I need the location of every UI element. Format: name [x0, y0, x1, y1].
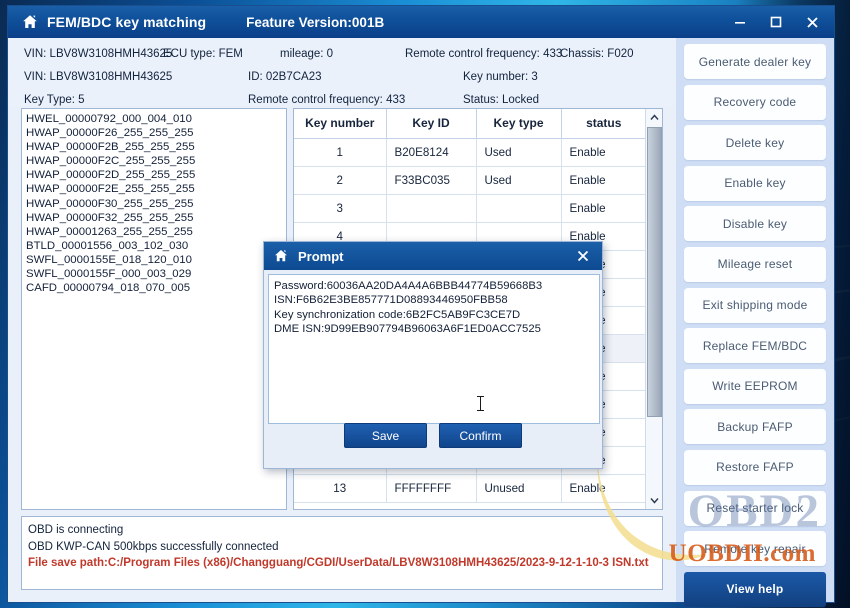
action-sidebar: Generate dealer key Recovery code Delete k…	[676, 38, 834, 602]
scroll-down-icon[interactable]	[646, 492, 663, 509]
info-key-type: Key Type: 5	[24, 94, 85, 106]
module-list-item[interactable]: HWAP_00000F2D_255_255_255	[26, 168, 286, 182]
module-list-item[interactable]: CAFD_00000794_018_070_005	[26, 281, 286, 295]
table-row[interactable]: 13FFFFFFFFUnusedEnable	[294, 474, 646, 502]
module-list-item[interactable]: HWAP_00000F2B_255_255_255	[26, 140, 286, 154]
table-header-row: Key numberKey IDKey typestatus	[294, 109, 646, 138]
info-id: ID: 02B7CA23	[248, 71, 322, 83]
close-button[interactable]	[794, 9, 830, 35]
table-cell-number: 13	[294, 474, 386, 502]
log-line-2: OBD KWP-CAN 500kbps successfully connect…	[28, 539, 656, 556]
sidebar-button-write-eeprom[interactable]: Write EEPROM	[684, 369, 826, 404]
table-cell-type: Used	[476, 166, 561, 194]
table-cell-status: Enable	[561, 166, 646, 194]
table-cell-id	[386, 194, 476, 222]
scroll-up-icon[interactable]	[646, 109, 663, 126]
info-mileage: mileage: 0	[280, 48, 333, 60]
window-title: FEM/BDC key matching	[47, 14, 206, 30]
table-cell-number: 1	[294, 138, 386, 166]
confirm-button[interactable]: Confirm	[439, 423, 522, 448]
module-list-item[interactable]: HWAP_00000F26_255_255_255	[26, 126, 286, 140]
maximize-button[interactable]	[758, 9, 794, 35]
vehicle-info-panel: VIN: LBV8W3108HMH43625 ECU type: FEM mil…	[8, 38, 676, 106]
dialog-text-area[interactable]: Password:60036AA20DA4A4A6BBB44774B59668B…	[268, 274, 600, 424]
window-body: VIN: LBV8W3108HMH43625 ECU type: FEM mil…	[8, 38, 834, 602]
table-row[interactable]: 2F33BC035UsedEnable	[294, 166, 646, 194]
module-list-item[interactable]: HWEL_00000792_000_004_010	[26, 112, 286, 126]
sidebar-button-exit-shipping-mode[interactable]: Exit shipping mode	[684, 288, 826, 323]
module-list-item[interactable]: HWAP_00001263_255_255_255	[26, 225, 286, 239]
log-panel: OBD is connecting OBD KWP-CAN 500kbps su…	[21, 516, 663, 590]
text-cursor	[480, 396, 481, 411]
table-cell-number: 3	[294, 194, 386, 222]
scrollbar-thumb[interactable]	[647, 127, 662, 417]
sidebar-button-view-help[interactable]: View help	[684, 572, 826, 607]
table-row[interactable]: 1B20E8124UsedEnable	[294, 138, 646, 166]
info-ecu-type: ECU type: FEM	[163, 48, 243, 60]
sidebar-button-replace-fem-bdc[interactable]: Replace FEM/BDC	[684, 328, 826, 363]
save-button[interactable]: Save	[344, 423, 427, 448]
home-icon	[22, 14, 38, 30]
window-controls	[722, 6, 830, 38]
table-cell-id: F33BC035	[386, 166, 476, 194]
info-vin-top: VIN: LBV8W3108HMH43625	[24, 48, 172, 60]
prompt-dialog: Prompt Password:60036AA20DA4A4A6BBB44774…	[263, 241, 603, 469]
info-vin: VIN: LBV8W3108HMH43625	[24, 71, 172, 83]
table-header-cell: status	[561, 109, 646, 138]
home-icon	[274, 249, 288, 263]
info-status: Status: Locked	[463, 94, 539, 106]
sidebar-button-enable-key[interactable]: Enable key	[684, 166, 826, 201]
module-list-item[interactable]: SWFL_0000155E_018_120_010	[26, 253, 286, 267]
module-list-item[interactable]: HWAP_00000F30_255_255_255	[26, 197, 286, 211]
sidebar-button-generate-dealer-key[interactable]: Generate dealer key	[684, 44, 826, 79]
dialog-text-line: Key synchronization code:6B2FC5AB9FC3CE7…	[274, 308, 594, 322]
sidebar-button-mileage-reset[interactable]: Mileage reset	[684, 247, 826, 282]
sidebar-button-backup-fafp[interactable]: Backup FAFP	[684, 409, 826, 444]
table-cell-status: Enable	[561, 474, 646, 502]
table-cell-number: 2	[294, 166, 386, 194]
table-header-cell: Key number	[294, 109, 386, 138]
dialog-close-button[interactable]	[574, 247, 592, 265]
dialog-title: Prompt	[298, 249, 344, 264]
sidebar-button-reset-starter-lock[interactable]: Reset starter lock	[684, 491, 826, 526]
dialog-buttons: Save Confirm	[264, 423, 602, 448]
title-bar: FEM/BDC key matching Feature Version:001…	[8, 6, 834, 38]
info-key-number: Key number: 3	[463, 71, 538, 83]
module-list-item[interactable]: HWAP_00000F32_255_255_255	[26, 211, 286, 225]
dialog-text-line: DME ISN:9D99EB907794B96063A6F1ED0ACC7525	[274, 322, 594, 336]
table-scrollbar[interactable]	[645, 109, 662, 509]
log-file-path: File save path:C:/Program Files (x86)/Ch…	[28, 555, 656, 572]
module-list-item[interactable]: HWAP_00000F2E_255_255_255	[26, 182, 286, 196]
info-remote-freq: Remote control frequency: 433	[248, 94, 405, 106]
sidebar-button-recovery-code[interactable]: Recovery code	[684, 85, 826, 120]
table-cell-status: Enable	[561, 138, 646, 166]
table-cell-type	[476, 194, 561, 222]
main-window: FEM/BDC key matching Feature Version:001…	[8, 6, 834, 602]
module-list-item[interactable]: SWFL_0000155F_000_003_029	[26, 267, 286, 281]
dialog-text-line: ISN:F6B62E3BE857771D08893446950FBB58	[274, 293, 594, 307]
sidebar-button-delete-key[interactable]: Delete key	[684, 125, 826, 160]
dialog-title-bar: Prompt	[264, 242, 602, 270]
table-header-cell: Key ID	[386, 109, 476, 138]
info-chassis: Chassis: F020	[560, 48, 634, 60]
log-line-1: OBD is connecting	[28, 522, 656, 539]
sidebar-button-disable-key[interactable]: Disable key	[684, 206, 826, 241]
table-cell-id: FFFFFFFF	[386, 474, 476, 502]
table-cell-status: Enable	[561, 194, 646, 222]
info-remote-freq-top: Remote control frequency: 433	[405, 48, 562, 60]
table-row[interactable]: 3 Enable	[294, 194, 646, 222]
sidebar-button-remote-key-repair[interactable]: Remote key repair	[684, 531, 826, 566]
module-list-item[interactable]: HWAP_00000F2C_255_255_255	[26, 154, 286, 168]
table-header-cell: Key type	[476, 109, 561, 138]
dialog-text-line: Password:60036AA20DA4A4A6BBB44774B59668B…	[274, 279, 594, 293]
minimize-button[interactable]	[722, 9, 758, 35]
module-list-item[interactable]: BTLD_00001556_003_102_030	[26, 239, 286, 253]
table-cell-id: B20E8124	[386, 138, 476, 166]
table-cell-type: Unused	[476, 474, 561, 502]
feature-version: Feature Version:001B	[246, 15, 384, 30]
sidebar-button-restore-fafp[interactable]: Restore FAFP	[684, 450, 826, 485]
table-cell-type: Used	[476, 138, 561, 166]
module-list[interactable]: HWEL_00000792_000_004_010HWAP_00000F26_2…	[21, 108, 287, 510]
